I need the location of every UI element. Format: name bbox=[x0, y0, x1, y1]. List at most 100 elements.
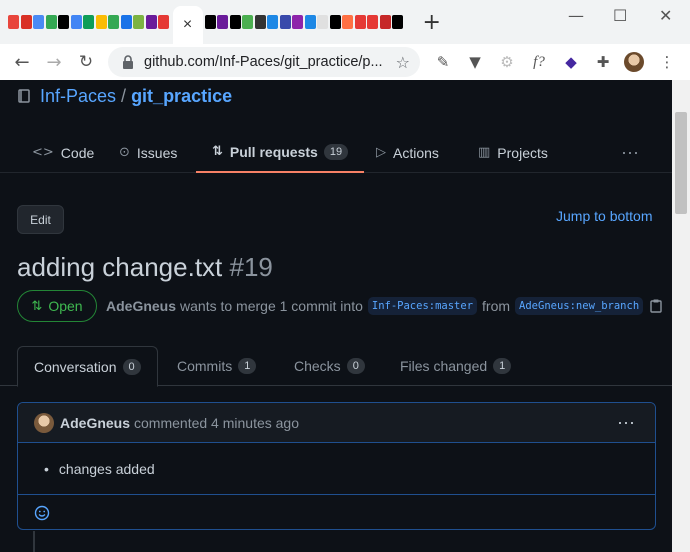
tab-checks[interactable]: Checks 0 bbox=[294, 346, 365, 386]
tab-favicon[interactable] bbox=[254, 15, 266, 29]
comment-author-link[interactable]: AdeGneus bbox=[60, 415, 130, 431]
tab-favicon[interactable] bbox=[95, 15, 107, 29]
tab-favicon[interactable] bbox=[158, 15, 169, 29]
project-icon: ▥ bbox=[478, 145, 491, 160]
tab-conversation[interactable]: Conversation 0 bbox=[17, 346, 158, 387]
pr-number: #19 bbox=[229, 252, 273, 282]
close-window-button[interactable]: ✕ bbox=[659, 6, 672, 25]
repo-icon bbox=[18, 88, 30, 103]
tab-favicon[interactable] bbox=[33, 15, 44, 29]
tab-projects-label: Projects bbox=[497, 144, 548, 161]
tab-favicon[interactable] bbox=[120, 15, 132, 29]
tab-favicon[interactable] bbox=[242, 15, 253, 29]
tab-favicon[interactable] bbox=[342, 15, 353, 29]
tab-files-changed-label: Files changed bbox=[400, 358, 488, 374]
pr-title: adding change.txt #19 bbox=[17, 252, 273, 283]
tab-favicon[interactable] bbox=[20, 15, 32, 29]
tab-pull-requests[interactable]: ⇅ Pull requests 19 bbox=[196, 132, 365, 173]
pull-requests-count: 19 bbox=[323, 143, 349, 160]
more-tabs-icon[interactable]: ··· bbox=[621, 132, 639, 173]
tab-favicon[interactable] bbox=[279, 15, 291, 29]
function-extension-icon[interactable]: f? bbox=[529, 52, 549, 72]
github-page: Inf-Paces / git_practice <> Code ⊙ Issue… bbox=[0, 80, 672, 552]
new-tab-button[interactable]: + bbox=[423, 10, 441, 35]
tab-favicon[interactable] bbox=[145, 15, 157, 29]
minimize-button[interactable]: — bbox=[568, 6, 584, 25]
active-browser-tab[interactable]: × bbox=[172, 6, 203, 44]
profile-avatar[interactable] bbox=[624, 52, 644, 72]
tab-favicon[interactable] bbox=[45, 15, 57, 29]
head-branch[interactable]: AdeGneus:new_branch bbox=[515, 297, 644, 315]
pr-meta: AdeGneus wants to merge 1 commit into In… bbox=[106, 297, 662, 315]
tab-favicon[interactable] bbox=[83, 15, 94, 29]
close-tab-icon[interactable]: × bbox=[183, 16, 192, 34]
tab-commits[interactable]: Commits 1 bbox=[177, 346, 257, 386]
reload-icon[interactable]: ↻ bbox=[72, 52, 100, 72]
tab-projects[interactable]: ▥ Projects bbox=[478, 132, 548, 173]
base-branch[interactable]: Inf-Paces:master bbox=[367, 297, 478, 315]
gear-extension-icon[interactable]: ⚙ bbox=[497, 52, 517, 72]
jump-to-bottom-link[interactable]: Jump to bottom bbox=[556, 208, 653, 224]
bullet-icon: • bbox=[44, 460, 49, 477]
comment-text: changes added bbox=[58, 460, 155, 477]
browser-toolbar: ← → ↻ github.com/Inf-Paces/git_practice/… bbox=[0, 44, 690, 80]
tab-favicon[interactable] bbox=[133, 15, 144, 29]
tab-favicon[interactable] bbox=[329, 15, 341, 29]
back-arrow-icon[interactable]: ← bbox=[8, 52, 36, 73]
commits-count: 1 bbox=[238, 358, 257, 374]
play-icon: ▷ bbox=[376, 145, 386, 160]
tab-favicon[interactable] bbox=[392, 15, 403, 29]
pr-tabs: Conversation 0 Commits 1 Checks 0 Files … bbox=[0, 346, 672, 387]
tab-files-changed[interactable]: Files changed 1 bbox=[400, 346, 512, 386]
tab-code[interactable]: <> Code bbox=[32, 132, 94, 173]
copy-icon[interactable] bbox=[650, 299, 662, 313]
forward-arrow-icon[interactable]: → bbox=[40, 52, 68, 73]
tab-favicon[interactable] bbox=[8, 15, 19, 29]
smiley-icon[interactable] bbox=[34, 505, 50, 521]
eyedropper-extension-icon[interactable]: ✎ bbox=[433, 52, 453, 72]
pr-author-link[interactable]: AdeGneus bbox=[106, 298, 176, 314]
issue-icon: ⊙ bbox=[119, 145, 130, 160]
puzzle-extensions-icon[interactable]: ✚ bbox=[593, 52, 613, 72]
tab-favicon[interactable] bbox=[367, 15, 378, 29]
maximize-button[interactable]: ☐ bbox=[613, 6, 627, 25]
code-icon: <> bbox=[32, 145, 54, 160]
comment-options-icon[interactable]: ··· bbox=[617, 412, 635, 433]
tab-favicon[interactable] bbox=[304, 15, 316, 29]
pr-meta-text: wants to merge 1 commit into bbox=[180, 298, 363, 314]
avatar[interactable] bbox=[34, 412, 54, 433]
tab-favicon[interactable] bbox=[317, 15, 328, 29]
repo-breadcrumb: Inf-Paces / git_practice bbox=[18, 86, 232, 107]
scrollbar-thumb[interactable] bbox=[675, 112, 687, 214]
tab-favicon[interactable] bbox=[267, 15, 278, 29]
tab-issues[interactable]: ⊙ Issues bbox=[119, 132, 177, 173]
browser-tab-strip: × + bbox=[0, 0, 690, 44]
tab-favicon[interactable] bbox=[58, 15, 69, 29]
comment-action-text: commented 4 minutes ago bbox=[134, 414, 299, 431]
tab-favicon[interactable] bbox=[229, 15, 241, 29]
v-extension-icon[interactable]: ▼ bbox=[465, 52, 485, 72]
tab-conversation-label: Conversation bbox=[34, 358, 117, 375]
repo-owner-link[interactable]: Inf-Paces bbox=[40, 86, 116, 107]
edit-button[interactable]: Edit bbox=[17, 205, 64, 234]
tab-actions[interactable]: ▷ Actions bbox=[376, 132, 439, 173]
breadcrumb-separator: / bbox=[121, 86, 127, 106]
comment-body: • changes added bbox=[18, 443, 655, 495]
browser-menu-icon[interactable]: ⋮ bbox=[657, 52, 677, 72]
tab-favicon[interactable] bbox=[204, 15, 216, 29]
tab-favicon[interactable] bbox=[379, 15, 391, 29]
tab-pull-requests-label: Pull requests bbox=[229, 143, 318, 160]
pull-request-open-icon: ⇅ bbox=[31, 298, 43, 314]
timeline-line bbox=[33, 531, 35, 552]
tab-favicon[interactable] bbox=[217, 15, 228, 29]
repo-name-link[interactable]: git_practice bbox=[131, 86, 232, 107]
bookmark-star-icon[interactable]: ☆ bbox=[396, 53, 410, 72]
graduation-cap-extension-icon[interactable]: ◆ bbox=[561, 52, 581, 72]
address-bar[interactable]: github.com/Inf-Paces/git_practice/p... ☆ bbox=[108, 47, 420, 77]
tab-favicon[interactable] bbox=[354, 15, 366, 29]
tab-favicon[interactable] bbox=[70, 15, 82, 29]
pr-state-badge: ⇅ Open bbox=[17, 290, 97, 322]
tab-favicon[interactable] bbox=[108, 15, 119, 29]
tab-issues-label: Issues bbox=[136, 144, 178, 161]
tab-favicon[interactable] bbox=[292, 15, 303, 29]
